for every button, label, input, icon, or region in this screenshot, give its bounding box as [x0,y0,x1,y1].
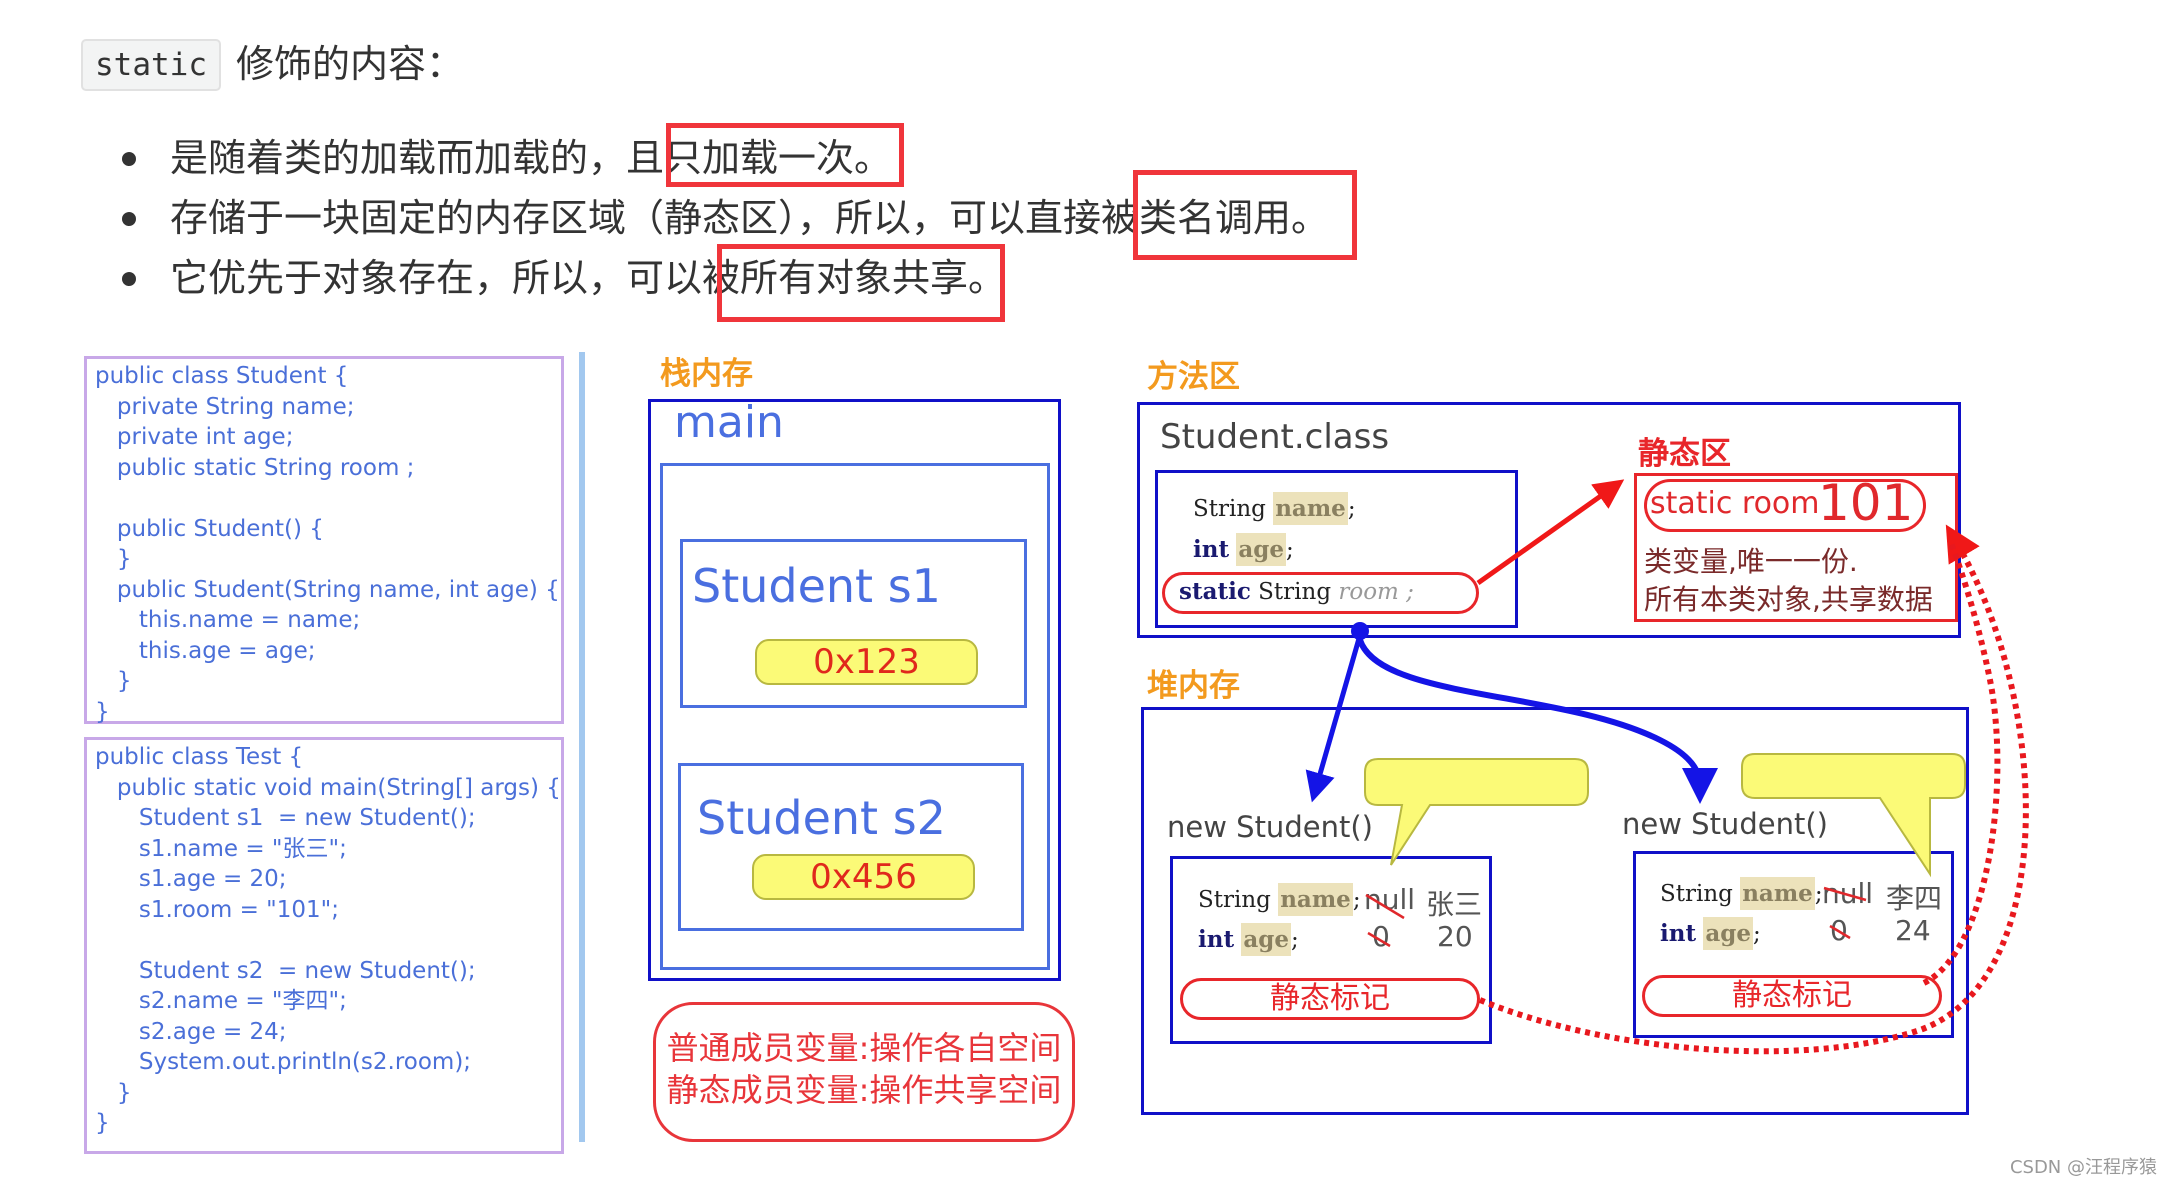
class-field-name: String name; [1193,492,1356,525]
code-line: } [95,1110,110,1136]
heap-object-2-age-new: 24 [1895,914,1931,947]
heap-object-2-age-old: 0 [1830,914,1848,947]
main-frame-label: main [674,397,784,448]
heap-object-1-name-field: String name; [1198,883,1361,916]
code-line: public Student() { [95,515,324,542]
highlight-box-shared [717,244,1005,322]
code-line: s2.age = 24; [95,1018,287,1045]
code-line: Student s1 = new Student(); [95,805,476,831]
heap-object-1-age-old: 0 [1372,920,1390,953]
heap-object-2-name-old: null [1822,877,1874,910]
code-line: } [95,698,110,725]
stack-var-s1-address: 0x123 [755,639,978,685]
code-line: this.age = age; [95,637,316,664]
static-area-label: 静态区 [1638,436,1731,472]
static-area-desc-1: 类变量,唯一一份. [1644,545,1858,578]
stack-var-s1-label: Student s1 [692,559,941,613]
heap-object-2-name-new: 李四 [1886,882,1943,915]
heap-object-2-age-field: int age; [1660,917,1761,950]
bullet-dot-icon [122,212,136,226]
bullet-dot-icon [122,272,136,286]
heap-object-1-static-mark: 静态标记 [1180,978,1480,1020]
highlight-box-class-name-call [1133,170,1357,260]
code-line: private String name; [95,393,355,420]
csdn-watermark: CSDN @汪程序猿 [2009,1157,2157,1178]
heap-object-1-age-field: int age; [1198,923,1299,956]
code-line: public static String room ; [95,454,415,481]
stack-memory-label: 栈内存 [660,356,753,392]
stack-var-s2-address: 0x456 [752,854,975,900]
heap-object-1-age-new: 20 [1437,920,1473,953]
heap-object-2-ctor: new Student() [1622,807,1828,841]
stack-var-s2-label: Student s2 [697,791,946,845]
test-class-code-panel: public class Test { public static void m… [84,737,564,1154]
static-room-value: 101 [1818,474,1914,532]
student-class-code-panel: public class Student { private String na… [84,356,564,725]
vertical-divider [579,352,585,1142]
code-line: private int age; [95,424,294,450]
heap-object-1-name-new: 张三 [1426,888,1483,921]
class-static-field: static String room ; [1179,578,1414,605]
code-line: public class Test { [95,744,304,770]
code-line: this.name = name; [95,607,361,633]
code-line: System.out.println(s2.room); [95,1049,472,1075]
code-line: s1.name = "张三"; [95,835,347,862]
note-line-instance: 普通成员变量:操作各自空间 [666,1029,1062,1067]
code-line: s1.room = "101"; [95,896,339,923]
code-line: Student s2 = new Student(); [95,957,476,984]
section-heading: 修饰的内容： [236,42,465,86]
bullet-dot-icon [122,152,136,166]
static-area-desc-2: 所有本类对象,共享数据 [1644,583,1933,616]
static-room-label: static room [1650,486,1820,521]
code-line: public class Student { [95,363,349,389]
heap-object-1-name-old: null [1364,883,1416,916]
code-line: } [95,668,132,694]
note-line-static: 静态成员变量:操作共享空间 [666,1071,1062,1109]
method-area-label: 方法区 [1147,359,1240,395]
stack-var-s2-box [678,763,1024,931]
heap-memory-label: 堆内存 [1147,668,1240,704]
heap-object-2-static-mark: 静态标记 [1642,975,1942,1017]
member-variable-note: 普通成员变量:操作各自空间 静态成员变量:操作共享空间 [653,1002,1075,1142]
code-line: public static void main(String[] args) { [95,774,561,801]
class-field-age: int age; [1193,533,1294,566]
code-line: public Student(String name, int age) { [95,576,560,603]
static-code-tag: static [81,39,221,91]
code-line: } [95,546,132,572]
code-line: s2.name = "李四"; [95,988,347,1014]
highlight-box-load-once [666,123,904,187]
heap-object-1-ctor: new Student() [1167,810,1373,844]
heap-object-2-name-field: String name; [1660,877,1823,910]
class-file-title: Student.class [1160,417,1390,457]
code-line: } [95,1079,132,1106]
code-line: s1.age = 20; [95,866,287,892]
